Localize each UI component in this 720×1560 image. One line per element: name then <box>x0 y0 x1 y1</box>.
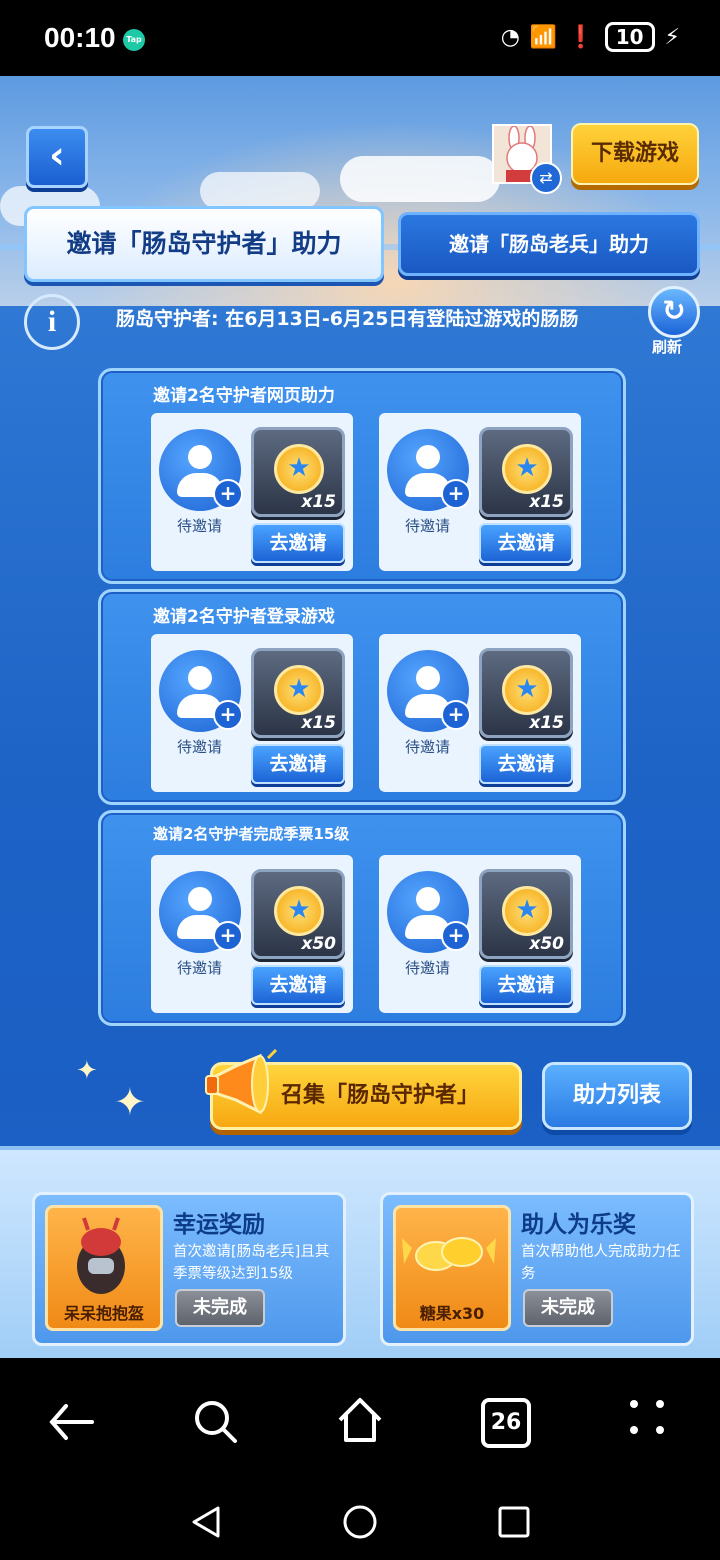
refresh-label: 刷新 <box>652 338 683 356</box>
invite-slot: + 待邀请 ★ x15 去邀请 <box>379 413 581 571</box>
add-user-icon[interactable]: + <box>213 921 243 951</box>
add-user-icon[interactable]: + <box>213 700 243 730</box>
back-button[interactable]: ‹ <box>26 126 88 188</box>
invite-slot: + 待邀请 ★ x50 去邀请 <box>379 855 581 1013</box>
nav-back-icon[interactable] <box>186 1502 226 1546</box>
add-user-icon[interactable]: + <box>213 479 243 509</box>
home-icon[interactable] <box>334 1394 386 1456</box>
invite-slot: + 待邀请 ★ x15 去邀请 <box>151 634 353 792</box>
go-invite-button[interactable]: 去邀请 <box>251 965 345 1005</box>
info-icon[interactable]: i <box>24 294 80 350</box>
go-invite-button[interactable]: 去邀请 <box>479 523 573 563</box>
reward-item: ★ x15 <box>479 427 573 517</box>
download-game-button[interactable]: 下载游戏 <box>571 123 699 185</box>
invite-slot: + 待邀请 ★ x15 去邀请 <box>379 634 581 792</box>
reward-description: 首次邀请[肠岛老兵]且其季票等级达到15级 <box>173 1244 330 1282</box>
reward-title: 幸运奖励 <box>173 1212 265 1238</box>
refresh-icon[interactable]: ↻ <box>648 286 700 338</box>
slot-status: 待邀请 <box>405 959 451 977</box>
guardian-definition: 肠岛守护者: 在6月13日-6月25日有登陆过游戏的肠肠 <box>116 308 579 330</box>
bonus-rewards-area: 呆呆抱抱盔 幸运奖励 首次邀请[肠岛老兵]且其季票等级达到15级 未完成 糖果x… <box>0 1146 720 1358</box>
more-menu-icon[interactable] <box>626 1396 670 1450</box>
reward-image: 糖果x30 <box>393 1205 511 1331</box>
task-panel: 邀请2名守护者登录游戏 + 待邀请 ★ x15 去邀请 + 待邀请 ★ x15 去邀… <box>98 589 626 805</box>
reward-image: 呆呆抱抱盔 <box>45 1205 163 1331</box>
reward-qty: x15 <box>301 492 336 512</box>
clock: 00:10 <box>44 22 116 53</box>
reward-item-name: 呆呆抱抱盔 <box>63 1304 144 1323</box>
star-coin-icon: ★ <box>502 886 552 936</box>
reward-qty: x15 <box>529 492 564 512</box>
reward-item: ★ x15 <box>479 648 573 738</box>
game-screen: ‹ ⇄ 下载游戏 邀请「肠岛守护者」助力 邀请「肠岛老兵」助力 i 肠岛守护者:… <box>0 76 720 1358</box>
status-icons: ◔ 📶 ❗ 10 ⚡ <box>501 22 680 52</box>
reward-item: ★ x50 <box>251 869 345 959</box>
charging-icon: ⚡ <box>664 24 680 50</box>
system-nav-bar: 26 <box>0 1358 720 1560</box>
reward-item: ★ x15 <box>251 648 345 738</box>
star-coin-icon: ★ <box>502 444 552 494</box>
nav-recents-icon[interactable] <box>494 1502 534 1546</box>
reward-description: 首次帮助他人完成助力任务 <box>521 1244 681 1282</box>
reward-qty: x50 <box>301 934 336 954</box>
add-user-icon[interactable]: + <box>441 700 471 730</box>
task-title: 邀请2名守护者登录游戏 <box>153 607 335 627</box>
slot-status: 待邀请 <box>405 738 451 756</box>
go-invite-button[interactable]: 去邀请 <box>479 965 573 1005</box>
slot-status: 待邀请 <box>177 959 223 977</box>
star-coin-icon: ★ <box>274 444 324 494</box>
cloud <box>340 156 500 202</box>
tap-app-icon: Tap <box>123 29 145 51</box>
megaphone-icon <box>202 1048 279 1124</box>
nav-home-icon[interactable] <box>340 1502 380 1546</box>
add-user-icon[interactable]: + <box>441 479 471 509</box>
speed-icon: ◔ <box>500 24 520 50</box>
task-title: 邀请2名守护者网页助力 <box>153 386 335 406</box>
slot-status: 待邀请 <box>177 738 223 756</box>
reward-qty: x50 <box>529 934 564 954</box>
slot-status: 待邀请 <box>177 517 223 535</box>
helmet-icon <box>77 1217 125 1294</box>
summon-label: 召集「肠岛守护者」 <box>281 1083 480 1108</box>
sparkle-icon: ✦ <box>114 1080 146 1124</box>
star-coin-icon: ★ <box>274 665 324 715</box>
browser-back-icon[interactable] <box>46 1396 98 1458</box>
tabs-count-icon[interactable]: 26 <box>481 1398 531 1448</box>
reward-item: ★ x15 <box>251 427 345 517</box>
reward-item-name: 糖果x30 <box>419 1304 485 1323</box>
task-panel: 邀请2名守护者完成季票15级 + 待邀请 ★ x50 去邀请 + 待邀请 ★ x50… <box>98 810 626 1026</box>
wifi-icon: 📶 <box>529 24 558 50</box>
battery-icon: 10 <box>604 22 655 52</box>
tab-invite-veterans[interactable]: 邀请「肠岛老兵」助力 <box>398 212 700 276</box>
candy-icon <box>402 1237 496 1271</box>
reward-qty: x15 <box>529 713 564 733</box>
task-title: 邀请2名守护者完成季票15级 <box>153 825 350 843</box>
bonus-reward-card: 糖果x30 助人为乐奖 首次帮助他人完成助力任务 未完成 <box>380 1192 694 1346</box>
reward-qty: x15 <box>301 713 336 733</box>
go-invite-button[interactable]: 去邀请 <box>479 744 573 784</box>
sparkle-icon: ✦ <box>76 1056 98 1086</box>
reward-title: 助人为乐奖 <box>521 1212 636 1238</box>
reward-item: ★ x50 <box>479 869 573 959</box>
search-icon[interactable] <box>190 1396 242 1458</box>
slot-status: 待邀请 <box>405 517 451 535</box>
go-invite-button[interactable]: 去邀请 <box>251 523 345 563</box>
alert-icon: ❗ <box>567 24 595 50</box>
task-panel: 邀请2名守护者网页助力 + 待邀请 ★ x15 去邀请 + 待邀请 ★ x15 去邀… <box>98 368 626 584</box>
swap-account-icon[interactable]: ⇄ <box>530 162 562 194</box>
tab-invite-guardians[interactable]: 邀请「肠岛守护者」助力 <box>24 206 384 282</box>
bonus-reward-card: 呆呆抱抱盔 幸运奖励 首次邀请[肠岛老兵]且其季票等级达到15级 未完成 <box>32 1192 346 1346</box>
reward-status-badge: 未完成 <box>175 1289 265 1327</box>
reward-status-badge: 未完成 <box>523 1289 613 1327</box>
cloud <box>200 172 320 210</box>
invite-slot: + 待邀请 ★ x15 去邀请 <box>151 413 353 571</box>
star-coin-icon: ★ <box>502 665 552 715</box>
status-bar: 00:10 Tap ◔ 📶 ❗ 10 ⚡ <box>0 0 720 76</box>
star-coin-icon: ★ <box>274 886 324 936</box>
help-list-button[interactable]: 助力列表 <box>542 1062 692 1130</box>
go-invite-button[interactable]: 去邀请 <box>251 744 345 784</box>
add-user-icon[interactable]: + <box>441 921 471 951</box>
invite-slot: + 待邀请 ★ x50 去邀请 <box>151 855 353 1013</box>
